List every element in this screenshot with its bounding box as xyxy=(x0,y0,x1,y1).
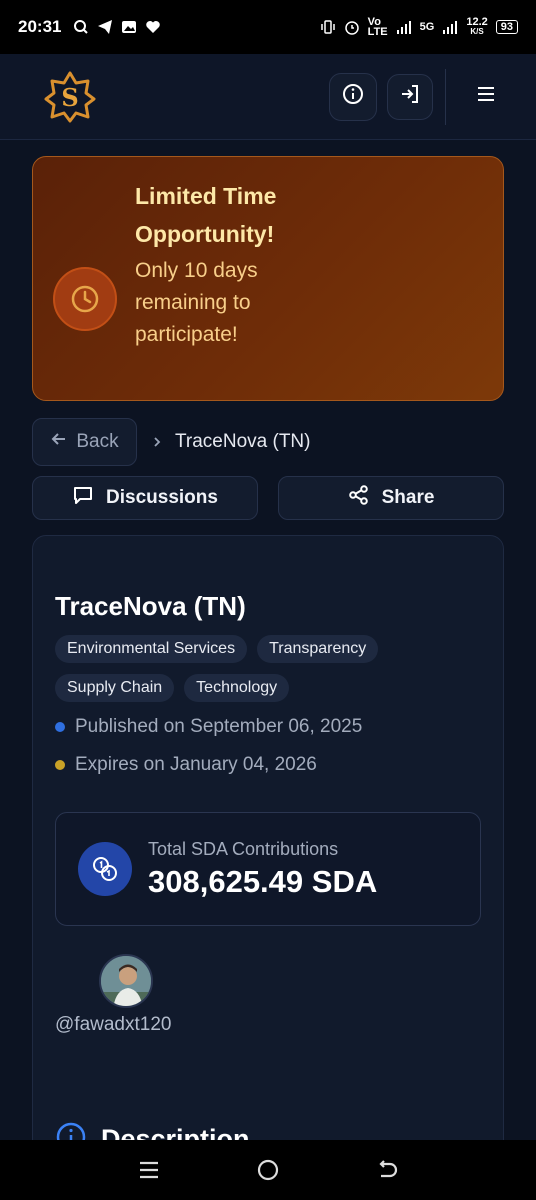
promo-subtitle: Only 10 days remaining to participate! xyxy=(135,259,258,346)
battery-indicator: 93 xyxy=(495,20,518,34)
login-icon xyxy=(399,83,421,110)
expires-line: Expires on January 04, 2026 xyxy=(55,754,481,776)
system-nav-bar xyxy=(0,1140,536,1200)
status-time: 20:31 xyxy=(18,17,62,36)
expires-dot-icon xyxy=(55,760,65,770)
tag-chip[interactable]: Technology xyxy=(184,674,290,702)
tag-chip[interactable]: Environmental Services xyxy=(55,635,248,663)
project-title: TraceNova (TN) xyxy=(55,591,246,621)
status-bar: 20:31 Vo LTE 5G 12.2 K/S 93 xyxy=(0,0,536,54)
gallery-icon xyxy=(121,19,137,35)
back-label: Back xyxy=(76,431,119,452)
tag-list: Environmental Services Transparency Supp… xyxy=(55,635,435,702)
arrow-left-icon xyxy=(50,430,68,454)
signal-2-icon xyxy=(442,19,458,35)
chat-icon xyxy=(72,484,94,512)
heart-icon xyxy=(145,19,161,35)
avatar[interactable] xyxy=(99,954,153,1008)
net-speed-value: 12.2 xyxy=(466,16,488,28)
published-date: Published on September 06, 2025 xyxy=(75,716,363,737)
discussions-label: Discussions xyxy=(106,487,218,508)
back-button[interactable]: Back xyxy=(32,418,137,466)
login-button[interactable] xyxy=(387,73,433,120)
published-line: Published on September 06, 2025 xyxy=(55,716,481,738)
header-divider xyxy=(445,68,446,125)
promo-title: Limited Time Opportunity! xyxy=(135,183,277,247)
project-card: TraceNova (TN) Environmental Services Tr… xyxy=(32,535,504,1175)
creator: @fawadxt120 xyxy=(55,954,481,1044)
back-nav-icon[interactable] xyxy=(372,1155,402,1185)
contributions-box: Total SDA Contributions 308,625.49 SDA xyxy=(55,812,481,926)
action-bar: Discussions Share xyxy=(32,476,504,520)
breadcrumb: Back TraceNova (TN) xyxy=(32,418,310,466)
home-icon[interactable] xyxy=(253,1155,283,1185)
telegram-icon xyxy=(97,19,113,35)
share-icon xyxy=(348,484,370,512)
discussions-button[interactable]: Discussions xyxy=(32,476,258,520)
search-status-icon xyxy=(73,19,89,35)
svg-text:S: S xyxy=(61,83,78,112)
tag-chip[interactable]: Supply Chain xyxy=(55,674,175,702)
network-type: 5G xyxy=(419,21,435,33)
share-button[interactable]: Share xyxy=(278,476,504,520)
promo-banner: Limited Time Opportunity! Only 10 days r… xyxy=(32,156,504,401)
breadcrumb-current: TraceNova (TN) xyxy=(175,431,311,452)
published-dot-icon xyxy=(55,722,65,732)
brand-logo-icon[interactable]: S xyxy=(44,71,96,123)
clock-icon xyxy=(53,267,117,331)
recent-apps-icon[interactable] xyxy=(134,1155,164,1185)
expires-date: Expires on January 04, 2026 xyxy=(75,754,317,775)
coins-icon xyxy=(78,842,132,896)
creator-handle[interactable]: @fawadxt120 xyxy=(55,1014,171,1036)
volte-bottom: LTE xyxy=(367,26,388,38)
net-speed-unit: K/S xyxy=(470,27,484,36)
app-header: S xyxy=(0,54,536,140)
chevron-right-icon xyxy=(151,432,163,453)
alarm-icon xyxy=(344,19,360,35)
info-button[interactable] xyxy=(329,72,377,121)
menu-icon xyxy=(475,83,497,110)
signal-icon xyxy=(396,19,412,35)
share-label: Share xyxy=(381,487,435,508)
tag-chip[interactable]: Transparency xyxy=(257,635,379,663)
vibrate-icon xyxy=(320,19,336,35)
info-icon xyxy=(342,83,364,110)
menu-button[interactable] xyxy=(464,75,508,119)
contributions-label: Total SDA Contributions xyxy=(148,838,339,859)
contributions-value: 308,625.49 SDA xyxy=(148,863,378,899)
